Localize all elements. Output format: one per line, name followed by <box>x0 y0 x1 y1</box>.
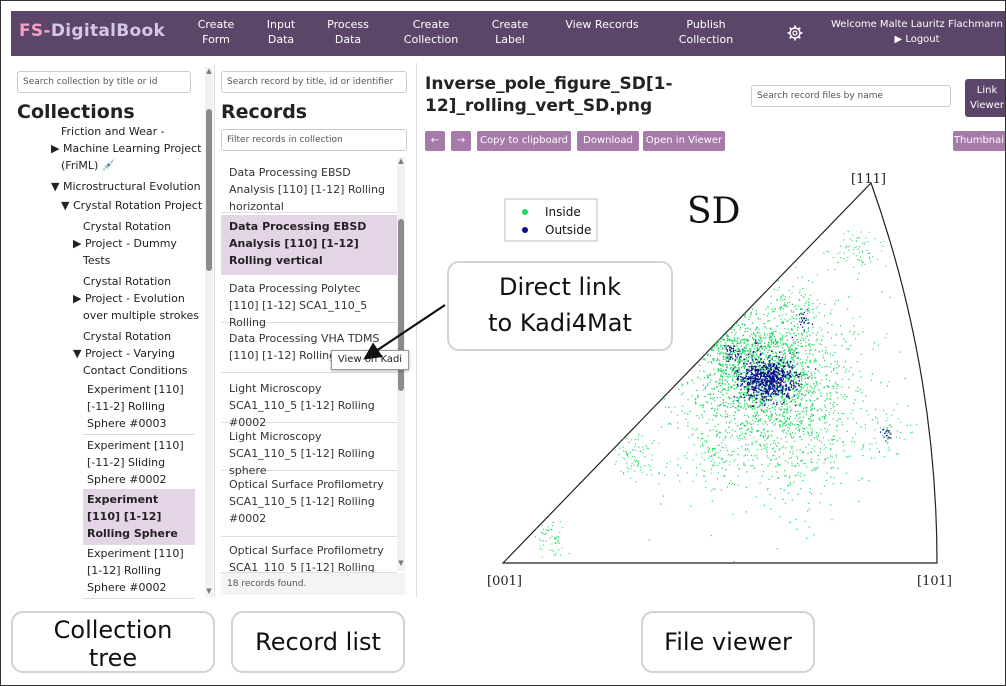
tree-leaf-experiment-selected[interactable]: Experiment [110] [1-12] Rolling Sphere <box>83 489 195 545</box>
download-button[interactable]: Download <box>577 131 639 151</box>
legend-label-inside: Inside <box>545 205 581 219</box>
callout-file-viewer: File viewer <box>641 611 815 673</box>
callout-collection-tree: Collection tree <box>11 611 215 673</box>
records-count: 18 records found. <box>221 573 405 595</box>
nav-publish-collection[interactable]: Publish Collection <box>675 17 737 47</box>
tree-node-varying-line1[interactable]: Crystal Rotation <box>83 328 171 345</box>
tree-leaf-experiment[interactable]: Experiment [110] [-11-2] Rolling Sphere … <box>83 379 195 435</box>
thumbnails-button[interactable]: Thumbnails <box>953 131 1005 151</box>
collections-heading: Collections <box>17 101 135 123</box>
inverse-pole-figure: SD [111] [001] [101] Inside Outside <box>487 172 952 589</box>
legend-label-outside: Outside <box>545 223 591 237</box>
callout-record-list: Record list <box>231 611 405 673</box>
tree-node-dummy-line2[interactable]: ▶ Project - Dummy <box>73 235 177 252</box>
open-in-viewer-button[interactable]: Open in Viewer <box>643 131 725 151</box>
scroll-up-arrow-icon[interactable]: ▲ <box>397 157 405 165</box>
tree-node-varying-line3[interactable]: Contact Conditions <box>83 362 188 379</box>
nav-process-data[interactable]: Process Data <box>323 17 373 47</box>
scroll-up-arrow-icon[interactable]: ▲ <box>205 67 213 75</box>
tree-node-evolution-line1[interactable]: Crystal Rotation <box>83 273 171 290</box>
tree-node-dummy-line3[interactable]: Tests <box>83 252 110 269</box>
scroll-down-arrow-icon[interactable]: ▼ <box>397 559 405 567</box>
link-viewer-label: Link Viewer <box>970 85 1004 111</box>
nav-view-records[interactable]: View Records <box>563 17 641 32</box>
logo-main: DigitalBook <box>50 21 166 41</box>
record-item[interactable]: Light Microscopy SCA1_110_5 [1-12] Rolli… <box>221 377 397 429</box>
user-menu[interactable]: Welcome Malte Lauritz Flachmann ▶ Logout <box>831 17 1003 47</box>
nav-create-label[interactable]: Create Label <box>485 17 535 47</box>
tree-node-evolution-line3[interactable]: over multiple strokes <box>83 307 199 324</box>
tree-node-crystal-rotation[interactable]: ▼ Crystal Rotation Project <box>61 197 202 214</box>
tree-node-microstructural[interactable]: ▼ Microstructural Evolution <box>51 178 201 195</box>
link-viewer-button[interactable]: Link Viewer <box>965 79 1005 117</box>
tree-leaf-experiment[interactable]: Experiment [110] [1-12] Rolling Sphere #… <box>83 543 195 599</box>
record-search-input[interactable]: Search record by title, id or identifier <box>221 71 407 93</box>
logout-link[interactable]: ▶ Logout <box>831 32 1003 47</box>
legend-marker-inside <box>522 209 528 215</box>
collection-scrollbar-thumb[interactable] <box>206 109 212 271</box>
ipf-legend: Inside Outside <box>504 198 598 242</box>
scroll-down-arrow-icon[interactable]: ▼ <box>205 587 213 595</box>
collection-tree-panel: Search collection by title or id Collect… <box>11 63 215 599</box>
copy-to-clipboard-button[interactable]: Copy to clipboard <box>477 131 571 151</box>
collection-search-input[interactable]: Search collection by title or id <box>17 71 191 93</box>
callout-direct-link: Direct link to Kadi4Mat <box>447 261 673 351</box>
callout-arrow <box>363 304 446 360</box>
corner-label-111: [111] <box>851 172 886 187</box>
next-button[interactable]: → <box>451 131 471 151</box>
logo-prefix: FS- <box>19 21 51 41</box>
nav-create-collection[interactable]: Create Collection <box>401 17 461 47</box>
legend-marker-outside <box>522 227 528 233</box>
tree-node-friction-line2[interactable]: ▶ Machine Learning Project <box>51 140 201 157</box>
gear-icon[interactable] <box>787 25 803 41</box>
corner-label-101: [101] <box>917 574 952 589</box>
tree-node-friction-line1[interactable]: Friction and Wear - <box>61 123 165 140</box>
prev-button[interactable]: ← <box>425 131 445 151</box>
record-item[interactable]: Light Microscopy SCA1_110_5 [1-12] Rolli… <box>221 425 397 477</box>
corner-label-001: [001] <box>487 574 522 589</box>
tree-node-dummy-line1[interactable]: Crystal Rotation <box>83 218 171 235</box>
tree-node-varying-line2[interactable]: ▼ Project - Varying <box>73 345 175 362</box>
record-item[interactable]: Optical Surface Profilometry SCA1_110_5 … <box>221 473 397 537</box>
collection-scrollbar[interactable]: ▲ ▼ <box>205 67 213 597</box>
record-filter-input[interactable]: Filter records in collection <box>221 129 407 151</box>
screenshot-frame: FS-DigitalBook Create Form Input Data Pr… <box>0 0 1006 686</box>
nav-create-form[interactable]: Create Form <box>193 17 239 47</box>
record-item-selected[interactable]: Data Processing EBSD Analysis [110] [1-1… <box>221 215 397 275</box>
nav-input-data[interactable]: Input Data <box>259 17 303 47</box>
welcome-text: Welcome Malte Lauritz Flachmann <box>831 19 1004 30</box>
app-logo[interactable]: FS-DigitalBook <box>19 21 165 41</box>
file-title: Inverse_pole_figure_SD[1-12]_rolling_ver… <box>425 74 673 116</box>
tree-leaf-experiment[interactable]: Experiment [110] [-11-2] Sliding Sphere … <box>83 435 195 491</box>
top-navbar: FS-DigitalBook Create Form Input Data Pr… <box>11 11 1005 56</box>
tree-node-evolution-line2[interactable]: ▶ Project - Evolution <box>73 290 185 307</box>
tree-node-friction-line3[interactable]: (FriML) 💉 <box>61 157 116 174</box>
records-heading: Records <box>221 101 308 123</box>
file-search-input[interactable]: Search record files by name <box>751 85 951 107</box>
ipf-title: SD <box>687 191 741 232</box>
record-item[interactable]: Optical Surface Profilometry SCA1_110_5 … <box>221 539 397 573</box>
record-item[interactable]: Data Processing EBSD Analysis [110] [1-1… <box>221 161 397 213</box>
